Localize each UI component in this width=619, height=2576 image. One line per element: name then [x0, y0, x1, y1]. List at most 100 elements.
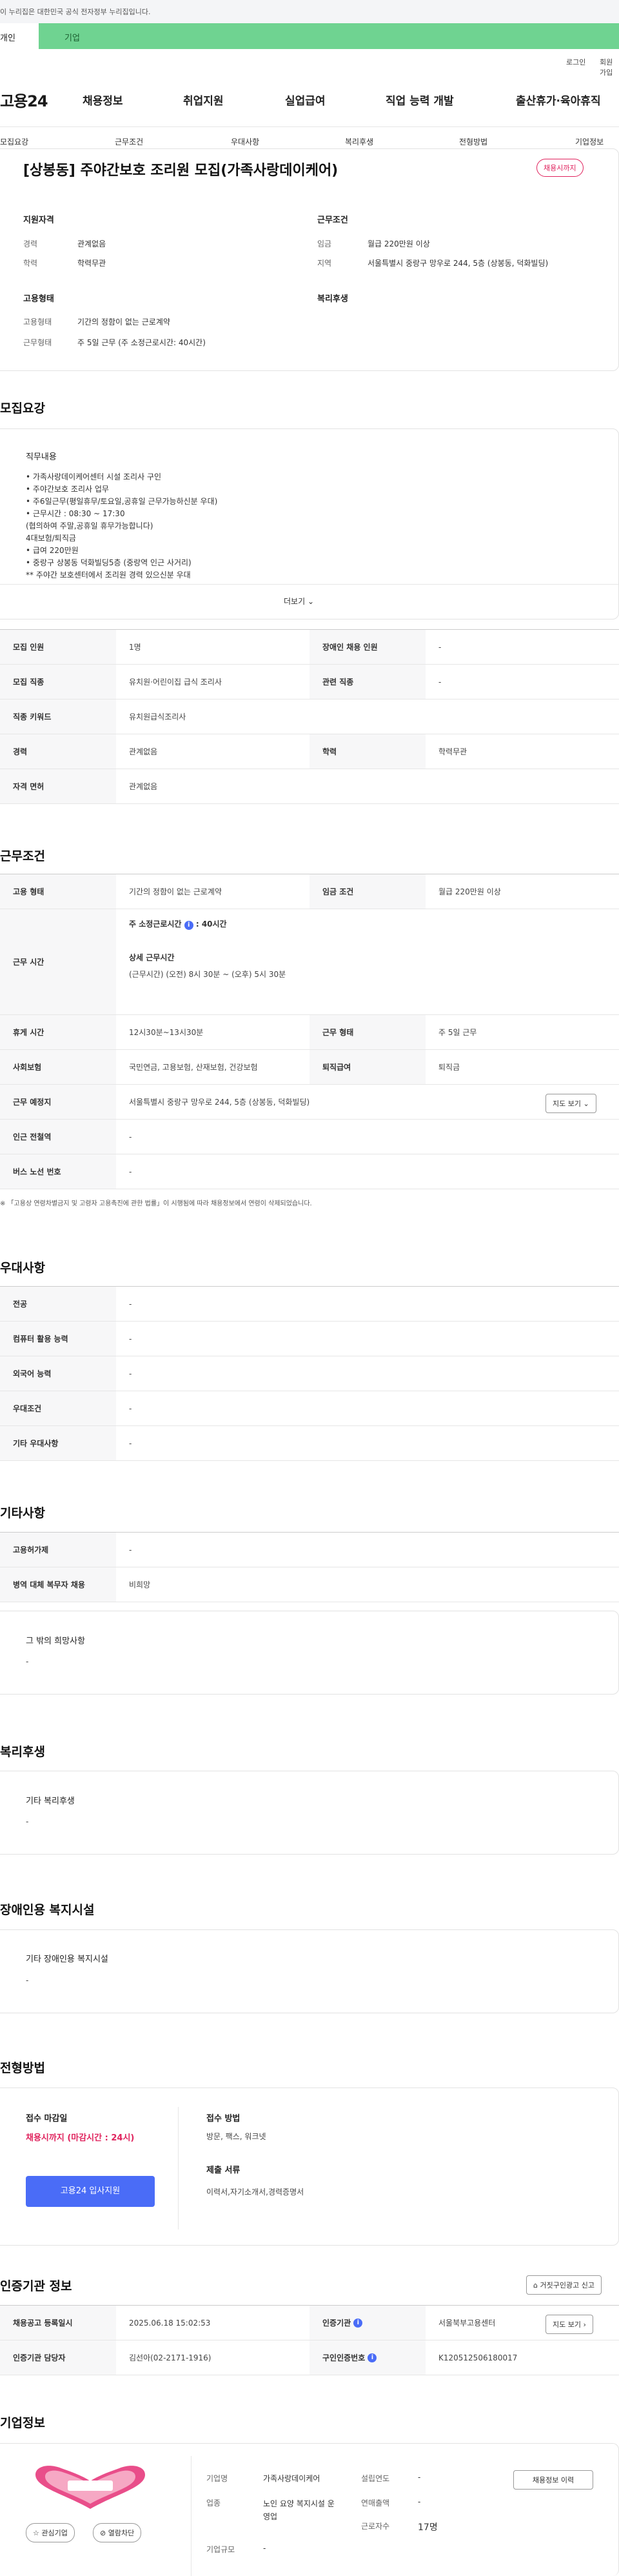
- exp-value: 관계없음: [77, 239, 106, 248]
- hours-label: 근무형태: [23, 338, 52, 347]
- etc-heading: 기타사항: [0, 1506, 45, 1520]
- nav-recruit[interactable]: 모집요강: [0, 136, 28, 147]
- login-link[interactable]: 로그인: [566, 57, 585, 67]
- sales-label: 연매출액: [361, 2499, 390, 2508]
- row-value: 국민연금, 고용보험, 산재보험, 건강보험: [129, 1063, 258, 1072]
- duty-line: • 주6일근무(평일휴무/토요일,공휴일 근무가능하신분 우대): [26, 497, 218, 506]
- report-fake-ad-button[interactable]: ⌂ 거짓구인광고 신고: [526, 2275, 602, 2295]
- hours-value: 주 5일 근무 (주 소정근로시간: 40시간): [77, 338, 206, 347]
- disabled-sub: 기타 장애인용 복지시설: [26, 1955, 108, 1964]
- table-row: 모집 인원 1명 장애인 채용 인원 -: [0, 630, 619, 665]
- nav-company[interactable]: 기업정보: [575, 136, 604, 147]
- nav-selection[interactable]: 전형방법: [459, 136, 487, 147]
- disabled-card: [0, 1929, 619, 2013]
- row-label: 버스 노선 번호: [0, 1154, 116, 1189]
- gnb-training[interactable]: 직업 능력 개발: [386, 92, 454, 108]
- row-value: -: [129, 1369, 132, 1378]
- row-label: 채용공고 등록일시: [0, 2306, 116, 2340]
- job-history-button[interactable]: 채용정보 이력: [513, 2470, 593, 2490]
- row-value: 서울특별시 중랑구 망우로 244, 5층 (상봉동, 덕화빌딩): [129, 1098, 310, 1107]
- row-value: -: [129, 1299, 132, 1309]
- year-label: 설립연도: [361, 2474, 390, 2483]
- selection-heading: 전형방법: [0, 2061, 45, 2075]
- edu-value: 학력무관: [77, 259, 106, 268]
- company-name-value: 가족사랑데이케어: [263, 2474, 320, 2483]
- table-row: 우대조건 -: [0, 1391, 619, 1426]
- industry-label: 업종: [206, 2499, 221, 2508]
- size-value: -: [263, 2544, 266, 2553]
- week-hours-label: 주 소정근로시간: [129, 920, 182, 929]
- week-hours-value: 40시간: [201, 920, 227, 929]
- detail-hours-heading: 상세 근무시간: [129, 953, 175, 962]
- row-value: 관계없음: [129, 782, 158, 791]
- area-label: 지역: [317, 259, 332, 268]
- chevron-down-icon: ⌄: [307, 597, 315, 606]
- industry-value: 노인 요양 복지시설 운영업: [263, 2499, 335, 2521]
- row-value: 2025.06.18 15:02:53: [129, 2318, 211, 2328]
- block-view-button[interactable]: ⊘ 열람차단: [93, 2523, 142, 2542]
- duty-line: ** 주야간 보호센터에서 조리원 경력 있으신분 우대: [26, 570, 191, 579]
- table-row: 고용 형태 기간의 정함이 없는 근로계약 임금 조건 월급 220만원 이상: [0, 874, 619, 909]
- apply-button[interactable]: 고용24 입사지원: [26, 2176, 155, 2207]
- row-label: 병역 대체 복무자 채용: [0, 1567, 116, 1602]
- welfare-card: [0, 1771, 619, 1855]
- job-title: [상봉동] 주야간보호 조리원 모집(가족사랑데이케어): [23, 163, 339, 179]
- more-button[interactable]: 더보기 ⌄: [284, 596, 314, 607]
- gnb-unemployment-benefit[interactable]: 실업급여: [285, 92, 326, 108]
- row-label: 인증기관 i: [310, 2306, 426, 2340]
- table-row: 인근 전철역 -: [0, 1120, 619, 1154]
- favorite-company-button[interactable]: ☆ 관심기업: [26, 2523, 75, 2542]
- table-row: 컴퓨터 활용 능력 -: [0, 1322, 619, 1356]
- row-label: 자격 면허: [0, 769, 116, 803]
- info-icon[interactable]: i: [353, 2318, 363, 2328]
- nav-welfare[interactable]: 복리후생: [345, 136, 373, 147]
- row-label: 직종 키워드: [0, 699, 116, 734]
- table-row: 사회보험 국민연금, 고용보험, 산재보험, 건강보험 퇴직급여 퇴직금: [0, 1050, 619, 1085]
- emp-type-heading: 고용형태: [23, 294, 54, 304]
- map-button[interactable]: 지도 보기 ⌄: [545, 1094, 596, 1113]
- cert-heading: 인증기관 정보: [0, 2279, 72, 2293]
- row-label: 모집 인원: [0, 630, 116, 664]
- type-value: 기간의 정함이 없는 근로계약: [77, 317, 170, 327]
- gnb-jobs[interactable]: 채용정보: [83, 92, 123, 108]
- tab-company[interactable]: 기업: [64, 31, 80, 43]
- info-icon[interactable]: i: [184, 921, 193, 930]
- org-map-button[interactable]: 지도 보기 ›: [545, 2315, 593, 2334]
- row-label: 장애인 채용 인원: [310, 630, 426, 664]
- gnb-parental-leave[interactable]: 출산휴가·육아휴직: [516, 92, 601, 108]
- row-value: 1명: [129, 643, 141, 652]
- deadline-value: 채용시까지 (마감시간 : 24시): [26, 2133, 135, 2143]
- map-button-label: 지도 보기: [553, 1100, 581, 1108]
- welfare-heading: 복리후생: [317, 294, 348, 304]
- table-row: 인증기관 담당자 김선아(02-2171-1916) 구인인증번호 i K120…: [0, 2340, 619, 2375]
- more-label: 더보기: [284, 597, 306, 606]
- table-row: 경력 관계없음 학력 학력무관: [0, 734, 619, 769]
- row-label: 컴퓨터 활용 능력: [0, 1322, 116, 1356]
- tab-personal[interactable]: 개인: [0, 23, 39, 49]
- row-value: -: [129, 1334, 132, 1343]
- info-icon[interactable]: i: [368, 2353, 377, 2362]
- map-button-label: 지도 보기: [553, 2320, 581, 2329]
- company-heading: 기업정보: [0, 2416, 45, 2430]
- table-row: 근무 시간 주 소정근로시간 i : 40시간 상세 근무시간 (근무시간) (…: [0, 909, 619, 1015]
- duty-line: • 주야간보호 조리사 업무: [26, 485, 109, 494]
- nav-conditions[interactable]: 근무조건: [115, 136, 143, 147]
- nav-prefer[interactable]: 우대사항: [231, 136, 259, 147]
- signup-link[interactable]: 회원가입: [600, 57, 619, 77]
- gnb-employment-support[interactable]: 취업지원: [183, 92, 224, 108]
- recruit-heading: 모집요강: [0, 401, 45, 416]
- chevron-right-icon: ›: [583, 2320, 586, 2329]
- condition-heading: 근무조건: [317, 216, 348, 225]
- disabled-heading: 장애인용 복지시설: [0, 1903, 95, 1917]
- row-value: 관계없음: [129, 747, 158, 756]
- age-notice: ※ 「고용상 연령차별금지 및 고령자 고용촉진에 관한 법률」이 시행됨에 따…: [0, 1200, 312, 1207]
- site-logo[interactable]: 고용24: [0, 88, 48, 111]
- row-label: 외국어 능력: [0, 1356, 116, 1391]
- edu-label: 학력: [23, 259, 38, 268]
- year-value: -: [418, 2473, 421, 2482]
- row-value: -: [129, 1167, 132, 1176]
- row-value: -: [129, 1438, 132, 1448]
- duty-line: 4대보험/퇴직금: [26, 534, 76, 543]
- block-label: 열람차단: [108, 2529, 135, 2537]
- other-wish-value: -: [26, 1657, 29, 1666]
